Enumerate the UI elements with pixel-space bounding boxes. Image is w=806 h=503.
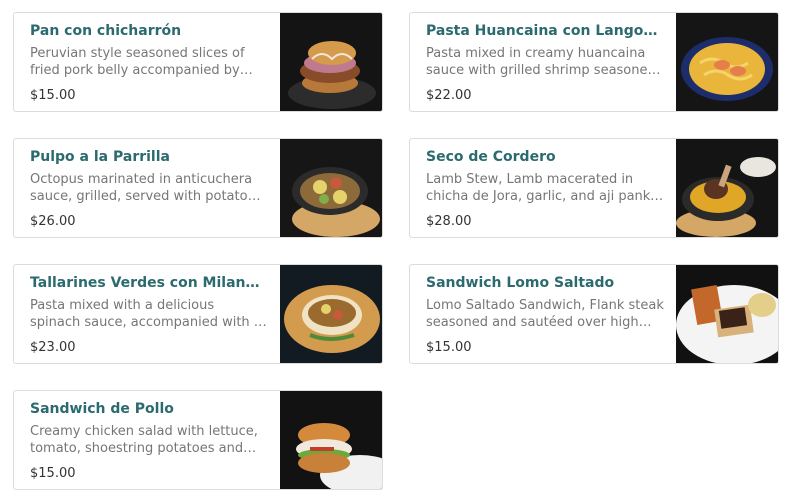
menu-item-card[interactable]: Pan con chicharrón Peruvian style season… [13, 12, 383, 112]
menu-item-text: Pasta Huancaina con Langostinos Pasta mi… [426, 21, 664, 105]
menu-item-price: $15.00 [30, 466, 76, 481]
menu-item-card[interactable]: Pasta Huancaina con Langostinos Pasta mi… [409, 12, 779, 112]
menu-item-text: Pulpo a la Parrilla Octopus marinated in… [30, 147, 268, 231]
chicken-sandwich-photo-icon [280, 391, 382, 489]
menu-item-price: $22.00 [426, 88, 472, 103]
menu-item-name: Sandwich Lomo Saltado [426, 275, 615, 291]
menu-item-card[interactable]: Sandwich de Pollo Creamy chicken salad w… [13, 390, 383, 490]
menu-item-price: $26.00 [30, 214, 76, 229]
menu-item-price: $28.00 [426, 214, 472, 229]
menu-item-image[interactable] [280, 391, 382, 489]
sandwich-photo-icon [280, 13, 382, 111]
menu-item-text: Pan con chicharrón Peruvian style season… [30, 21, 268, 105]
menu-item-name: Pan con chicharrón [30, 23, 182, 39]
octopus-skillet-photo-icon [280, 139, 382, 237]
menu-item-image[interactable] [676, 13, 778, 111]
menu-item-image[interactable] [280, 139, 382, 237]
menu-item-description: Peruvian style seasoned slices of fried … [30, 46, 245, 78]
menu-item-name: Sandwich de Pollo [30, 401, 174, 417]
menu-item-price: $23.00 [30, 340, 76, 355]
menu-item-name: Pasta Huancaina con Langostinos [426, 23, 664, 39]
menu-item-image[interactable] [280, 13, 382, 111]
menu-item-text: Tallarines Verdes con Milanesa Pasta mix… [30, 273, 268, 357]
menu-item-price: $15.00 [30, 88, 76, 103]
menu-item-card[interactable]: Sandwich Lomo Saltado Lomo Saltado Sandw… [409, 264, 779, 364]
menu-item-text: Sandwich de Pollo Creamy chicken salad w… [30, 399, 268, 483]
lamb-stew-photo-icon [676, 139, 778, 237]
menu-item-card[interactable]: Tallarines Verdes con Milanesa Pasta mix… [13, 264, 383, 364]
menu-item-name: Tallarines Verdes con Milanesa [30, 275, 268, 291]
steak-sandwich-photo-icon [676, 265, 778, 363]
menu-item-image[interactable] [676, 139, 778, 237]
menu-item-image[interactable] [676, 265, 778, 363]
menu-item-description: Creamy chicken salad with lettuce, tomat… [30, 424, 258, 456]
menu-item-image[interactable] [280, 265, 382, 363]
menu-item-name: Pulpo a la Parrilla [30, 149, 170, 165]
menu-item-description: Lamb Stew, Lamb macerated in chicha de J… [426, 172, 663, 204]
menu-item-description: Pasta mixed with a delicious spinach sau… [30, 298, 262, 330]
menu-item-card[interactable]: Pulpo a la Parrilla Octopus marinated in… [13, 138, 383, 238]
menu-grid: Pan con chicharrón Peruvian style season… [0, 0, 806, 503]
menu-item-text: Seco de Cordero Lamb Stew, Lamb macerate… [426, 147, 664, 231]
menu-item-description: Pasta mixed in creamy huancaina sauce wi… [426, 46, 656, 78]
milanesa-photo-icon [280, 265, 382, 363]
menu-item-card[interactable]: Seco de Cordero Lamb Stew, Lamb macerate… [409, 138, 779, 238]
pasta-photo-icon [676, 13, 778, 111]
menu-item-description: Lomo Saltado Sandwich, Flank steak seaso… [426, 298, 664, 330]
menu-item-name: Seco de Cordero [426, 149, 556, 165]
menu-item-price: $15.00 [426, 340, 472, 355]
menu-item-description: Octopus marinated in anticuchera sauce, … [30, 172, 263, 204]
menu-item-text: Sandwich Lomo Saltado Lomo Saltado Sandw… [426, 273, 664, 357]
